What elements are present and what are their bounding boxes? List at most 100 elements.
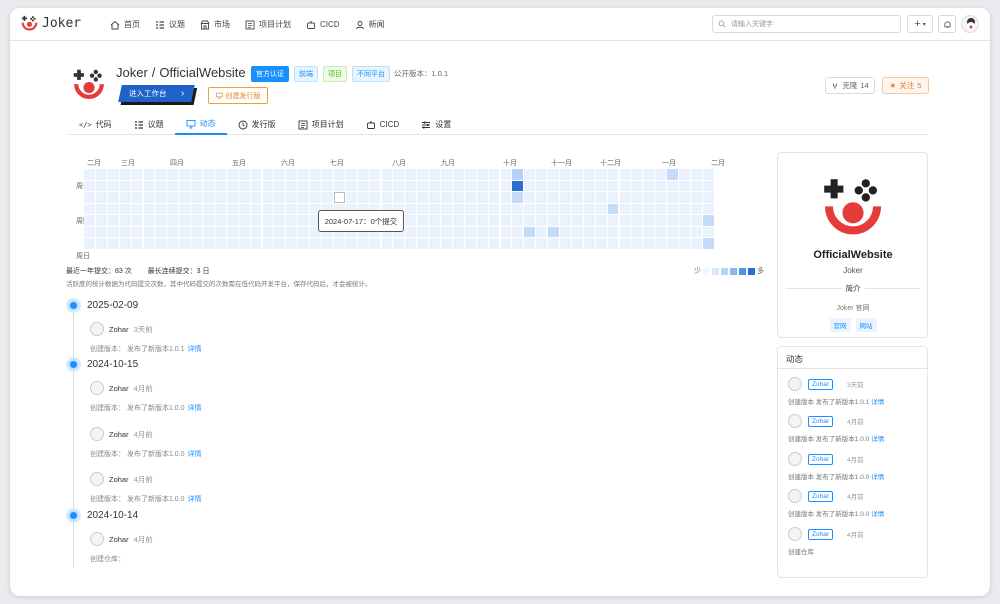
heatmap-cell[interactable] <box>107 238 119 249</box>
heatmap-cell[interactable] <box>500 203 512 214</box>
heatmap-cell[interactable] <box>369 238 381 249</box>
heatmap-cell[interactable] <box>679 203 690 214</box>
heatmap-cell[interactable] <box>214 192 226 203</box>
heatmap-cell[interactable] <box>131 192 143 203</box>
heatmap-cell[interactable] <box>476 192 488 203</box>
entry-user[interactable]: Zohar <box>109 535 129 544</box>
heatmap-cell[interactable] <box>524 192 536 203</box>
heatmap-cell[interactable] <box>607 180 619 191</box>
heatmap-cell[interactable] <box>119 215 131 226</box>
heatmap-cell[interactable] <box>655 180 667 191</box>
heatmap-cell[interactable] <box>702 203 714 214</box>
heatmap-cell[interactable] <box>560 226 571 237</box>
heatmap-cell[interactable] <box>226 226 238 237</box>
heatmap-cell[interactable] <box>631 203 643 214</box>
activity-user[interactable]: Zohar <box>808 378 833 390</box>
heatmap-cell[interactable] <box>524 215 536 226</box>
heatmap-cell[interactable] <box>167 169 179 180</box>
create-new-button[interactable]: + ▾ <box>907 15 933 33</box>
heatmap-cell[interactable] <box>607 238 619 249</box>
entry-user[interactable]: Zohar <box>109 384 129 393</box>
heatmap-cell[interactable] <box>583 215 595 226</box>
heatmap-cell[interactable] <box>143 203 155 214</box>
heatmap-cell[interactable] <box>512 238 524 249</box>
heatmap-cell[interactable] <box>191 192 202 203</box>
activity-user[interactable]: Zohar <box>808 490 833 502</box>
heatmap-cell[interactable] <box>536 238 548 249</box>
nav-project-plan[interactable]: 项目计划 <box>245 19 291 30</box>
heatmap-cell[interactable] <box>238 192 250 203</box>
heatmap-cell[interactable] <box>107 192 119 203</box>
heatmap-cell[interactable] <box>203 203 214 214</box>
heatmap-cell[interactable] <box>452 180 464 191</box>
heatmap-cell[interactable] <box>560 192 571 203</box>
heatmap-cell[interactable] <box>548 192 559 203</box>
heatmap-cell[interactable] <box>322 238 333 249</box>
heatmap-cell[interactable] <box>131 180 143 191</box>
heatmap-cell[interactable] <box>524 226 536 237</box>
heatmap-cell[interactable] <box>274 215 286 226</box>
heatmap-cell[interactable] <box>441 215 452 226</box>
heatmap-cell[interactable] <box>179 192 191 203</box>
heatmap-cell[interactable] <box>417 238 429 249</box>
heatmap-cell[interactable] <box>429 192 440 203</box>
heatmap-cell[interactable] <box>274 169 286 180</box>
heatmap-cell[interactable] <box>369 180 381 191</box>
heatmap-cell[interactable] <box>357 180 369 191</box>
heatmap-cell[interactable] <box>476 169 488 180</box>
heatmap-cell[interactable] <box>262 203 274 214</box>
entry-user[interactable]: Zohar <box>109 325 129 334</box>
heatmap-cell[interactable] <box>381 169 393 180</box>
tab-code[interactable]: </> 代码 <box>68 114 123 135</box>
heatmap-cell[interactable] <box>619 215 631 226</box>
heatmap-cell[interactable] <box>131 203 143 214</box>
heatmap-cell[interactable] <box>155 180 167 191</box>
heatmap-cell[interactable] <box>512 226 524 237</box>
heatmap-cell[interactable] <box>250 215 262 226</box>
heatmap-cell[interactable] <box>119 180 131 191</box>
heatmap-cell[interactable] <box>214 215 226 226</box>
heatmap-cell[interactable] <box>119 238 131 249</box>
avatar[interactable] <box>90 532 104 546</box>
heatmap-cell[interactable] <box>84 215 95 226</box>
tab-cicd[interactable]: CICD <box>355 114 411 135</box>
heatmap-cell[interactable] <box>595 169 607 180</box>
activity-user[interactable]: Zohar <box>808 453 833 465</box>
heatmap-cell[interactable] <box>464 180 476 191</box>
heatmap-cell[interactable] <box>143 238 155 249</box>
heatmap-cell[interactable] <box>583 203 595 214</box>
heatmap-cell[interactable] <box>655 238 667 249</box>
avatar[interactable] <box>788 489 802 503</box>
heatmap-cell[interactable] <box>595 238 607 249</box>
heatmap-cell[interactable] <box>203 180 214 191</box>
heatmap-cell[interactable] <box>226 169 238 180</box>
heatmap-cell[interactable] <box>643 169 655 180</box>
heatmap-cell[interactable] <box>560 215 571 226</box>
heatmap-cell[interactable] <box>381 180 393 191</box>
heatmap-cell[interactable] <box>262 180 274 191</box>
heatmap-cell[interactable] <box>488 192 500 203</box>
heatmap-cell[interactable] <box>333 192 345 203</box>
nav-market[interactable]: 市场 <box>200 19 230 30</box>
heatmap-cell[interactable] <box>250 203 262 214</box>
heatmap-cell[interactable] <box>500 215 512 226</box>
heatmap-cell[interactable] <box>583 180 595 191</box>
heatmap-cell[interactable] <box>595 203 607 214</box>
heatmap-cell[interactable] <box>667 203 678 214</box>
heatmap-cell[interactable] <box>119 192 131 203</box>
heatmap-cell[interactable] <box>226 192 238 203</box>
heatmap-cell[interactable] <box>191 215 202 226</box>
heatmap-cell[interactable] <box>310 169 321 180</box>
heatmap-cell[interactable] <box>298 215 310 226</box>
heatmap-cell[interactable] <box>119 169 131 180</box>
heatmap-cell[interactable] <box>131 215 143 226</box>
heatmap-cell[interactable] <box>536 226 548 237</box>
heatmap-cell[interactable] <box>345 238 357 249</box>
heatmap-cell[interactable] <box>310 180 321 191</box>
heatmap-cell[interactable] <box>655 215 667 226</box>
details-link[interactable]: 详情 <box>188 451 202 458</box>
heatmap-cell[interactable] <box>369 192 381 203</box>
heatmap-cell[interactable] <box>512 180 524 191</box>
heatmap-cell[interactable] <box>143 215 155 226</box>
heatmap-cell[interactable] <box>667 238 678 249</box>
